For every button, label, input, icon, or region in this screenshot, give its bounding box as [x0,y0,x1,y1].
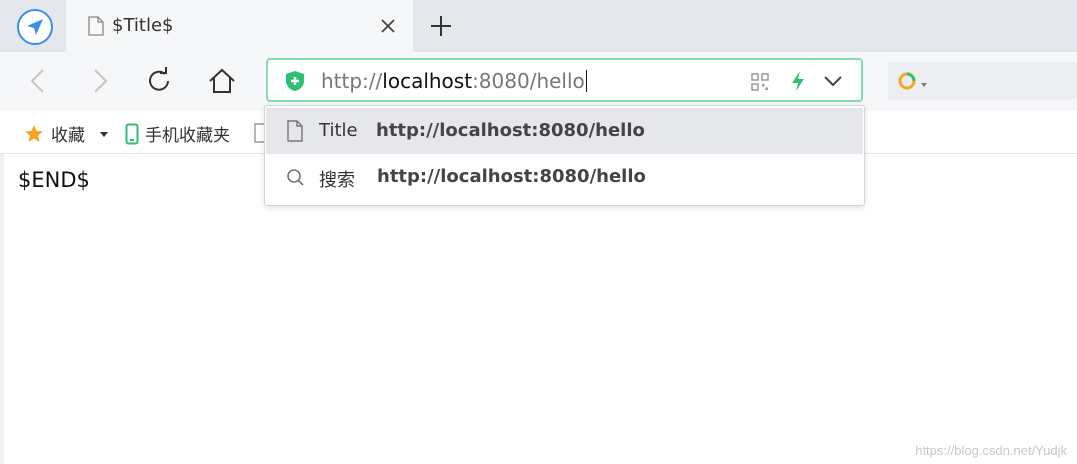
address-bar[interactable]: http://localhost:8080/hello [266,58,863,102]
document-icon [287,120,303,142]
qr-code-icon[interactable] [751,73,769,91]
shield-icon[interactable] [284,70,306,92]
active-tab[interactable]: $Title$ [66,0,413,52]
suggestion-item[interactable]: Title http://localhost:8080/hello [266,108,863,154]
extension-icon[interactable] [896,70,930,92]
mobile-bookmark-label: 手机收藏夹 [145,126,230,146]
lightning-icon[interactable] [790,70,806,92]
suggestion-url: http://localhost:8080/hello [377,166,646,187]
star-icon [25,124,43,142]
document-icon [88,16,104,36]
dropdown-arrow-icon[interactable] [99,129,109,139]
extension-area[interactable] [888,62,1077,100]
reload-icon[interactable] [144,66,174,96]
close-tab-icon[interactable] [379,17,397,35]
suggestion-kind-label: Title [319,120,358,141]
favorites-label: 收藏 [51,126,85,146]
address-suggestions-dropdown: Title http://localhost:8080/hello 搜索 htt… [264,105,865,206]
favorites-bookmark[interactable]: 收藏 [24,121,109,146]
search-icon [287,169,304,186]
tab-title: $Title$ [112,15,174,36]
url-host: localhost [382,69,473,93]
home-icon[interactable] [207,66,237,96]
chevron-down-icon[interactable] [822,72,844,90]
url-scheme: http:// [321,69,383,93]
phone-icon [125,123,139,144]
text-caret [585,70,587,92]
mobile-bookmark[interactable]: 手机收藏夹 [125,121,230,146]
forward-icon[interactable] [84,66,114,96]
suggestion-url: http://localhost:8080/hello [376,120,645,141]
suggestion-kind-label: 搜索 [319,170,355,191]
url-path: :8080/hello [472,69,585,93]
suggestion-item[interactable]: 搜索 http://localhost:8080/hello [266,154,863,200]
page-left-edge [0,154,4,464]
page-body-text: $END$ [18,168,90,192]
back-icon[interactable] [24,66,54,96]
url-input[interactable]: http://localhost:8080/hello [321,69,587,93]
new-tab-icon[interactable] [428,13,454,39]
browser-logo-icon[interactable] [17,9,53,45]
tab-strip: $Title$ [0,0,1077,52]
watermark-text: https://blog.csdn.net/Yudjk [915,443,1067,458]
